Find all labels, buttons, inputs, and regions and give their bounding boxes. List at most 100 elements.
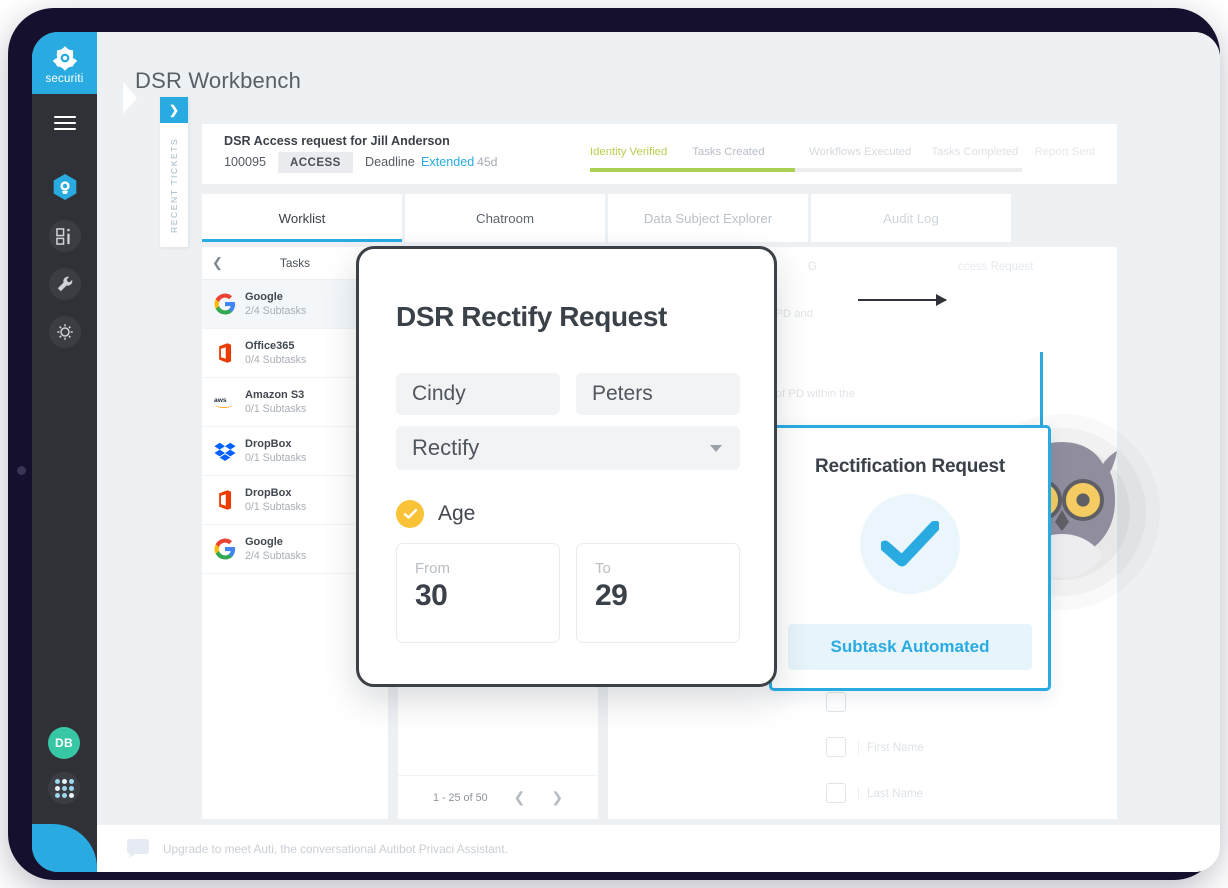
first-name-field[interactable]: Cindy [396,373,560,415]
subtask-automated-button[interactable]: Subtask Automated [788,624,1032,670]
main-canvas: DSR Workbench ❯ RECENT TICKETS DSR Acces… [97,32,1220,872]
step-tasks-created[interactable]: Tasks Created [692,146,809,158]
step-identity-verified[interactable]: Identity Verified [590,146,692,158]
last-name-field[interactable]: Peters [576,373,740,415]
stepper-progress-fill [590,168,795,172]
attribute-row[interactable]: Age [396,500,475,528]
checkbox-row[interactable]: First Name [826,737,924,757]
task-subtask-count: 0/1 Subtasks [245,500,306,514]
tab-worklist-label: Worklist [279,211,326,226]
svg-text:aws: aws [214,397,227,404]
privaci-hexagon-icon [52,174,78,202]
pagination-next-icon[interactable]: ❯ [551,789,563,806]
page-title: DSR Workbench [135,68,301,94]
tab-chatroom[interactable]: Chatroom [405,194,605,242]
app-grid-icon[interactable] [48,772,80,804]
google-icon [214,293,236,315]
task-name: Google [245,535,306,549]
attribute-label: Age [438,502,475,526]
rectification-request-card: Rectification Request Subtask Automated [769,425,1051,691]
from-value: 30 [415,579,559,613]
rectification-card-title: Rectification Request [772,456,1048,478]
step-report-sent[interactable]: Report Sent [1035,146,1095,158]
tab-audit-log[interactable]: Audit Log [811,194,1011,242]
sidebar-item-tools[interactable] [49,268,81,300]
chevron-down-icon [710,445,722,452]
upgrade-bar-text: Upgrade to meet Auti, the conversational… [163,842,508,856]
task-name: DropBox [245,486,306,500]
action-select-value: Rectify [412,435,479,461]
aws-icon: aws [214,391,236,413]
from-value-box[interactable]: From 30 [396,543,560,643]
brand-wordmark: securiti [45,73,83,85]
tab-chatroom-label: Chatroom [476,211,534,226]
pagination-prev-icon[interactable]: ❮ [514,789,526,806]
brand-logo[interactable]: securiti [32,32,97,94]
office365-icon [214,342,236,364]
recent-tickets-panel: ❯ RECENT TICKETS [160,97,188,247]
sidebar-item-dashboard[interactable] [49,220,81,252]
wrench-icon [56,275,74,293]
to-value: 29 [595,579,739,613]
request-title: DSR Access request for Jill Anderson [224,134,450,148]
checkbox-row[interactable]: Last Name [826,783,923,803]
bezel-camera-dot [17,466,26,475]
detail-header-access-request: ccess Request [958,261,1033,273]
request-id: 100095 [224,155,266,169]
to-value-box[interactable]: To 29 [576,543,740,643]
task-subtask-count: 2/4 Subtasks [245,549,306,563]
tablet-bezel: securiti [8,8,1220,880]
checkbox-row[interactable] [826,692,846,712]
pagination-text: 1 - 25 of 50 [433,792,488,804]
step-workflows-executed[interactable]: Workflows Executed [809,146,931,158]
tab-audit-log-label: Audit Log [883,211,939,226]
tab-data-subject-explorer[interactable]: Data Subject Explorer [608,194,808,242]
task-subtask-count: 0/4 Subtasks [245,353,306,367]
rectification-success-badge [860,494,960,594]
chat-bubble-icon [127,839,149,858]
task-subtask-count: 2/4 Subtasks [245,304,306,318]
upgrade-bar[interactable]: Upgrade to meet Auti, the conversational… [97,824,1220,872]
modal-title: DSR Rectify Request [396,301,667,333]
recent-tickets-expand-button[interactable]: ❯ [160,97,188,123]
from-label: From [415,560,559,577]
checkbox-label: Last Name [858,787,923,800]
progress-stepper: Identity Verified Tasks Created Workflow… [590,146,1095,158]
settings-gear-icon [56,323,74,341]
checkmark-icon [881,521,939,567]
sidebar-item-privaci[interactable] [49,172,81,204]
deadline-days: 45d [477,155,498,169]
deadline-status-link[interactable]: Extended [421,155,474,169]
tablet-screen: securiti [32,32,1220,872]
rail-wave-decoration [32,824,97,872]
sidebar-item-settings[interactable] [49,316,81,348]
hamburger-menu-icon[interactable] [54,116,76,130]
checkbox[interactable] [826,783,846,803]
tab-worklist[interactable]: Worklist [202,194,402,242]
action-select[interactable]: Rectify [396,426,740,470]
request-summary-card: DSR Access request for Jill Anderson 100… [202,124,1117,184]
flow-arrow-right-icon [858,299,946,301]
task-subtask-count: 0/1 Subtasks [245,451,306,465]
recent-tickets-pointer [123,82,137,114]
checkbox[interactable] [826,737,846,757]
google-icon [214,538,236,560]
avatar[interactable]: DB [48,727,80,759]
dashboard-icon [56,228,73,245]
detail-header-g: G [808,261,817,273]
task-name: Google [245,290,306,304]
office365-icon [214,489,236,511]
tab-bar: Worklist Chatroom Data Subject Explorer … [202,194,1011,242]
request-type-badge: ACCESS [278,152,353,173]
task-name: Amazon S3 [245,388,306,402]
subtasks-pagination: 1 - 25 of 50 ❮ ❯ [398,775,598,819]
chevron-left-icon[interactable]: ❮ [212,255,223,271]
step-tasks-completed[interactable]: Tasks Completed [932,146,1035,158]
checkbox-label: First Name [858,741,924,754]
dsr-rectify-request-modal: DSR Rectify Request Cindy Peters Rectify… [356,246,777,687]
check-circle-icon[interactable] [396,500,424,528]
securiti-logo-icon [52,45,78,71]
checkbox[interactable] [826,692,846,712]
dropbox-icon [214,440,236,462]
task-name: Office365 [245,339,306,353]
